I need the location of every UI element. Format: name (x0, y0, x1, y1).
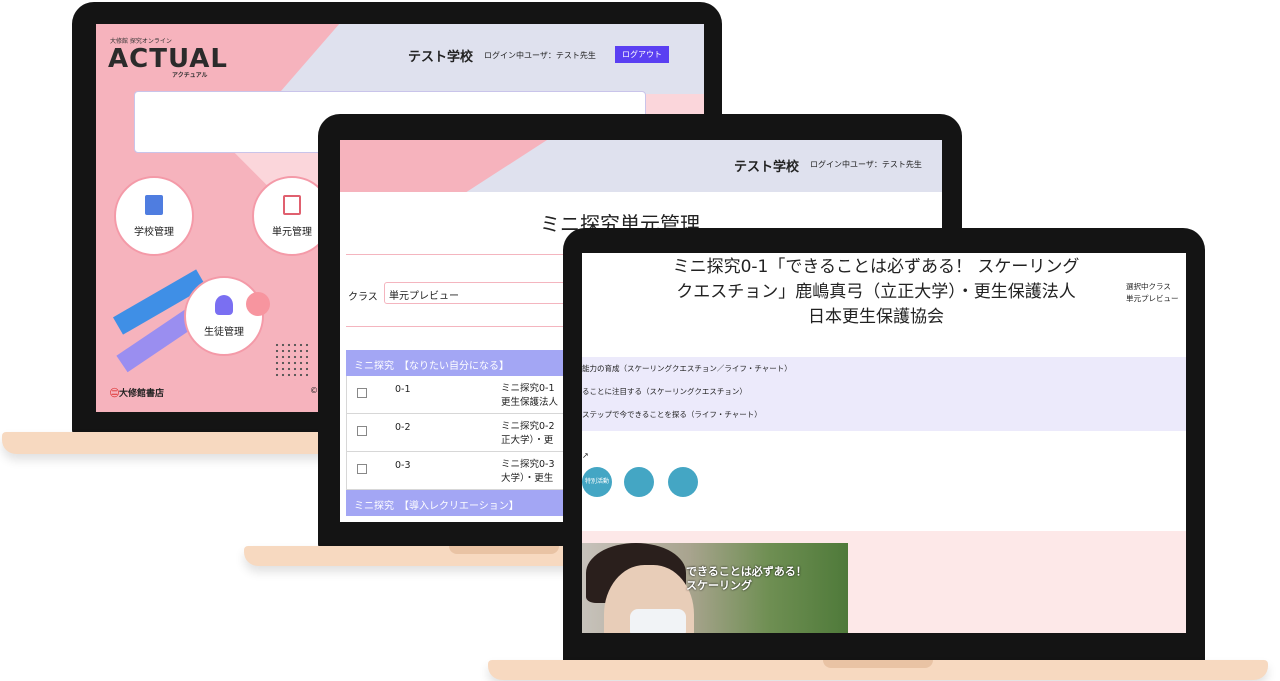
unit-title: ミニ探究0-1「できることは必ずある！ スケーリング クエスチョン」鹿嶋真弓（立… (672, 257, 1080, 327)
class-select[interactable]: 単元プレビュー (384, 282, 584, 304)
row-checkbox[interactable] (357, 426, 367, 436)
menu-label: 単元管理 (272, 226, 312, 238)
menu-school-management[interactable]: 学校管理 (114, 176, 194, 256)
unit-title: ミニ探究0-1 更生保護法人 (501, 383, 559, 408)
row-checkbox[interactable] (357, 388, 367, 398)
school-icon (145, 194, 163, 215)
copyright-mark: © (310, 386, 318, 395)
objective-item: ステップで今できることを探る（ライフ・チャート） (582, 410, 762, 419)
subject-bubble[interactable]: 特別活動 (582, 467, 612, 497)
menu-label: 生徒管理 (204, 326, 244, 338)
laptop-3-base (488, 660, 1268, 680)
menu-student-management[interactable]: 生徒管理 (184, 276, 264, 356)
login-user: ログイン中ユーザ：テスト先生 (810, 160, 922, 169)
subject-bubble[interactable] (668, 467, 698, 497)
video-thumbnail[interactable]: できることは必ずある！ スケーリング (582, 543, 848, 633)
unit-title: ミニ探究0-3 大学）・更生 (501, 459, 555, 484)
logout-button[interactable]: ログアウト (615, 46, 669, 63)
unit-title: ミニ探究0-2 正大学）・更 (501, 421, 555, 446)
publisher-logo: ㊁大修館書店 (110, 389, 165, 399)
unit-code: 0-3 (395, 460, 411, 471)
document-icon (283, 194, 301, 215)
objective-item: ることに注目する（スケーリングクエスチョン） (582, 387, 747, 396)
login-user: ログイン中ユーザ：テスト先生 (484, 51, 596, 60)
arrow-icon: ↗ (582, 451, 589, 460)
selected-class: 選択中クラス 単元プレビュー (1126, 282, 1179, 303)
school-name: テスト学校 (408, 50, 474, 65)
decor-dots (274, 342, 308, 380)
publisher-mark-icon: ㊁ (110, 389, 120, 399)
objective-item: 能力の育成（スケーリングクエスチョン／ライフ・チャート） (582, 364, 792, 373)
actual-logo[interactable]: ACTUAL (108, 44, 228, 74)
subject-bubble[interactable] (624, 467, 654, 497)
school-name: テスト学校 (734, 160, 800, 175)
person-mask (630, 609, 686, 633)
menu-label: 学校管理 (134, 226, 174, 238)
unit-code: 0-2 (395, 422, 411, 433)
unit-code: 0-1 (395, 384, 411, 395)
class-label: クラス (348, 292, 378, 303)
laptop-3-screen: ミニ探究0-1「できることは必ずある！ スケーリング クエスチョン」鹿嶋真弓（立… (582, 253, 1186, 633)
video-caption: できることは必ずある！ スケーリング (686, 565, 807, 592)
row-checkbox[interactable] (357, 464, 367, 474)
decor-circle (246, 292, 270, 316)
logo-kana: アクチュアル (172, 72, 208, 79)
student-icon (215, 294, 233, 315)
